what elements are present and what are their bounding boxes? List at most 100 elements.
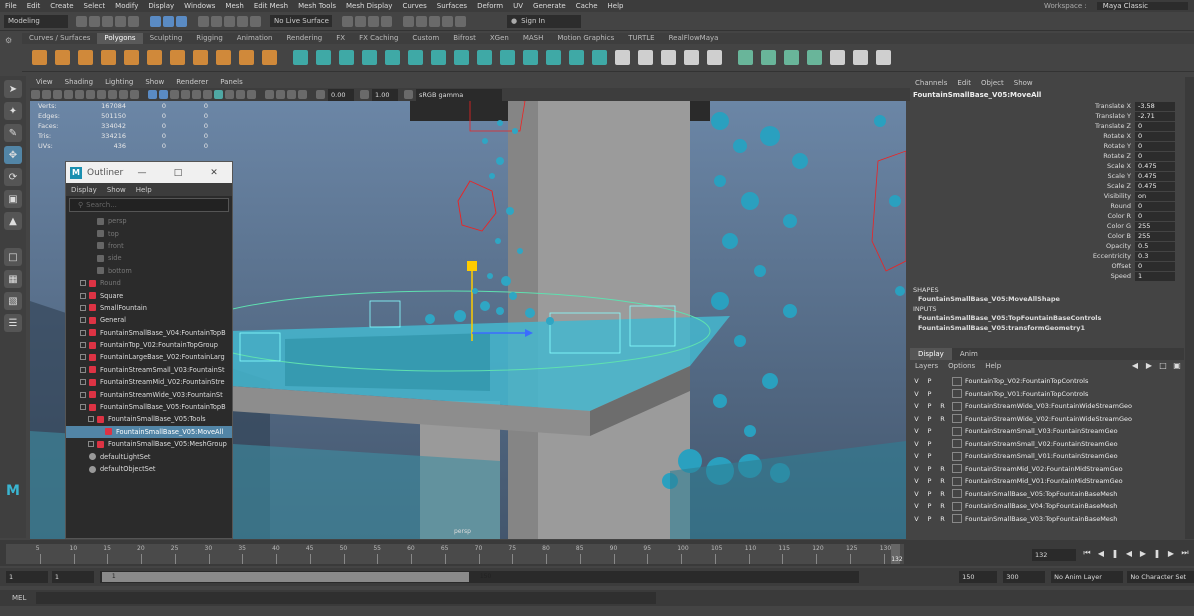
- snap-surface-icon[interactable]: [237, 15, 248, 27]
- display-layer-row[interactable]: V P R FountainStreamWide_V03:FountainWideSt…: [910, 400, 1184, 413]
- menu-edit[interactable]: Edit: [27, 2, 41, 10]
- viewport-menu-renderer[interactable]: Renderer: [176, 78, 208, 86]
- fill-hole-icon[interactable]: [500, 50, 515, 65]
- channel-name[interactable]: Rotate Z: [910, 152, 1135, 160]
- poly-cylinder-icon[interactable]: [78, 50, 93, 65]
- outliner-item[interactable]: FountainSmallBase_V04:FountainTopB: [66, 327, 232, 339]
- current-frame-field[interactable]: 132: [1032, 549, 1076, 561]
- layer-display-type-toggle[interactable]: R: [936, 402, 949, 410]
- command-language-label[interactable]: MEL: [12, 594, 36, 602]
- channel-value-field[interactable]: 255: [1135, 231, 1175, 241]
- outliner-item[interactable]: front: [66, 240, 232, 252]
- current-time-marker[interactable]: 132: [891, 544, 903, 564]
- outliner-item[interactable]: Round: [66, 277, 232, 289]
- menu-file[interactable]: File: [5, 2, 17, 10]
- snap-point-icon[interactable]: [224, 15, 235, 27]
- layer-color-swatch[interactable]: [952, 464, 962, 474]
- viewport-menu-lighting[interactable]: Lighting: [105, 78, 133, 86]
- menu-cache[interactable]: Cache: [576, 2, 598, 10]
- outliner-item[interactable]: side: [66, 252, 232, 264]
- channels-menu-object[interactable]: Object: [981, 79, 1004, 87]
- outliner-item[interactable]: FountainSmallBase_V05:MoveAll: [66, 425, 232, 439]
- menu-mesh-tools[interactable]: Mesh Tools: [298, 2, 336, 10]
- boolean-icon[interactable]: [362, 50, 377, 65]
- step-back-frame-icon[interactable]: ❚: [1110, 548, 1120, 558]
- shelf-tab-curves-surfaces[interactable]: Curves / Surfaces: [22, 33, 97, 44]
- shadows-icon[interactable]: [203, 90, 212, 99]
- go-to-start-icon[interactable]: ⏮: [1082, 548, 1092, 558]
- sign-in-button[interactable]: ● Sign In: [507, 14, 581, 28]
- close-icon[interactable]: ✕: [196, 168, 232, 178]
- layer-playback-toggle[interactable]: P: [923, 377, 936, 385]
- shelf-gear-icon[interactable]: ⚙: [5, 36, 12, 45]
- motion-blur-icon[interactable]: [225, 90, 234, 99]
- range-slider-bar[interactable]: [101, 572, 470, 582]
- select-by-object-icon[interactable]: [163, 15, 174, 27]
- expand-icon[interactable]: [80, 342, 86, 349]
- channel-name[interactable]: Translate Z: [910, 122, 1135, 130]
- layer-display-type-toggle[interactable]: R: [936, 465, 949, 473]
- channel-name[interactable]: Offset: [910, 262, 1135, 270]
- expand-icon[interactable]: [88, 441, 94, 448]
- maximize-icon[interactable]: □: [160, 168, 196, 178]
- film-gate-icon[interactable]: [86, 90, 95, 99]
- outliner-item[interactable]: Square: [66, 289, 232, 301]
- shelf-tab-polygons[interactable]: Polygons: [97, 33, 143, 44]
- anim-layer-dropdown[interactable]: No Anim Layer: [1051, 571, 1124, 583]
- display-layer-row[interactable]: V P FountainStreamSmall_V03:FountainStream…: [910, 425, 1184, 438]
- normals-icon[interactable]: [784, 50, 799, 65]
- channel-name[interactable]: Scale X: [910, 162, 1135, 170]
- channel-box-object-name[interactable]: FountainSmallBase_V05:MoveAll: [910, 88, 1184, 101]
- layer-visibility-toggle[interactable]: V: [910, 452, 923, 460]
- scale-tool-icon[interactable]: ▣: [4, 190, 22, 208]
- select-by-hierarchy-icon[interactable]: [150, 15, 161, 27]
- menu-windows[interactable]: Windows: [184, 2, 215, 10]
- expand-icon[interactable]: [80, 317, 86, 324]
- platonic-solid-icon[interactable]: [193, 50, 208, 65]
- bookmark-icon[interactable]: [53, 90, 62, 99]
- extrude-icon[interactable]: [408, 50, 423, 65]
- last-tool-icon[interactable]: ▲: [4, 212, 22, 230]
- layer-color-swatch[interactable]: [952, 376, 962, 386]
- quad-draw-icon[interactable]: [592, 50, 607, 65]
- channel-name[interactable]: Color G: [910, 222, 1135, 230]
- gamma-field[interactable]: 1.00: [372, 88, 398, 101]
- redo-icon[interactable]: [128, 15, 139, 27]
- layer-color-swatch[interactable]: [952, 439, 962, 449]
- isolate-select-icon[interactable]: [265, 90, 274, 99]
- shelf-tab-sculpting[interactable]: Sculpting: [143, 33, 190, 44]
- outliner-item[interactable]: FountainLargeBase_V02:FountainLarg: [66, 351, 232, 363]
- channel-value-field[interactable]: 255: [1135, 221, 1175, 231]
- automatic-map-icon[interactable]: [707, 50, 722, 65]
- channel-name[interactable]: Translate Y: [910, 112, 1135, 120]
- channel-value-field[interactable]: on: [1135, 191, 1175, 201]
- target-weld-icon[interactable]: [546, 50, 561, 65]
- move-tool-icon[interactable]: ✥: [4, 146, 22, 164]
- channel-name[interactable]: Eccentricity: [910, 252, 1135, 260]
- grid-icon[interactable]: [75, 90, 84, 99]
- center-pivot-icon[interactable]: [876, 50, 891, 65]
- expand-icon[interactable]: [80, 304, 86, 311]
- single-perspective-layout-icon[interactable]: □: [4, 248, 22, 266]
- multi-cut-icon[interactable]: [523, 50, 538, 65]
- channel-value-field[interactable]: -2.71: [1135, 111, 1175, 121]
- minimize-icon[interactable]: —: [124, 168, 160, 178]
- new-layer-from-selected-icon[interactable]: ▣: [1172, 361, 1182, 371]
- ambient-occlusion-icon[interactable]: [214, 90, 223, 99]
- shelf-tab-fx-caching[interactable]: FX Caching: [352, 33, 405, 44]
- layer-color-swatch[interactable]: [952, 414, 962, 424]
- range-slider[interactable]: 1 150: [99, 571, 860, 583]
- select-by-component-icon[interactable]: [176, 15, 187, 27]
- step-back-key-icon[interactable]: ◀: [1096, 548, 1106, 558]
- outliner-menu-show[interactable]: Show: [107, 186, 126, 194]
- expand-icon[interactable]: [80, 366, 86, 373]
- outliner-titlebar[interactable]: M Outliner — □ ✕: [66, 162, 232, 183]
- layer-playback-toggle[interactable]: P: [923, 440, 936, 448]
- move-layer-up-icon[interactable]: ◀: [1130, 361, 1140, 371]
- channel-name[interactable]: Color R: [910, 212, 1135, 220]
- anti-aliasing-icon[interactable]: [236, 90, 245, 99]
- character-controls-icon[interactable]: [416, 15, 427, 27]
- display-layer-row[interactable]: V P R FountainStreamWide_V02:FountainWideSt…: [910, 413, 1184, 426]
- shelf-tab-realflowmaya[interactable]: RealFlowMaya: [662, 33, 726, 44]
- layer-visibility-toggle[interactable]: V: [910, 477, 923, 485]
